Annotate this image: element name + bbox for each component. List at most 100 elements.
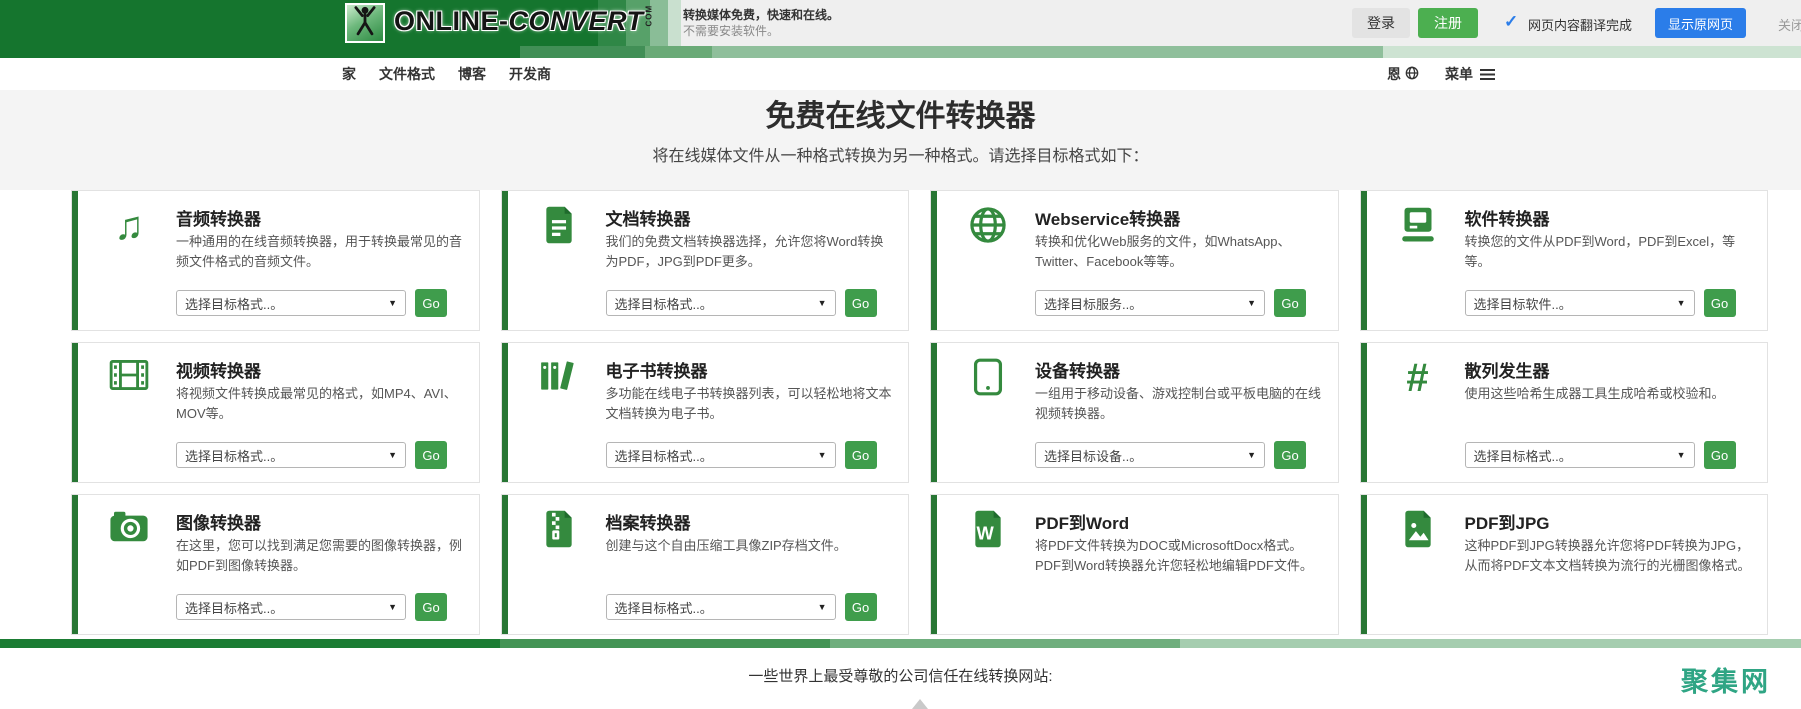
nav-item-file-formats[interactable]: 文件格式	[379, 64, 435, 84]
card-title[interactable]: 散列发生器	[1465, 357, 1550, 382]
go-button[interactable]: Go	[415, 289, 447, 317]
header-gradient-stripe	[0, 46, 1801, 58]
register-button[interactable]: 注册	[1418, 8, 1478, 38]
chevron-down-icon: ▼	[388, 602, 397, 612]
login-button[interactable]: 登录	[1352, 8, 1410, 38]
chevron-down-icon: ▼	[388, 298, 397, 308]
go-button[interactable]: Go	[844, 441, 877, 469]
chevron-down-icon: ▼	[817, 298, 827, 308]
site-tagline: 转换媒体免费，快速和在线。 不需要安装软件。	[683, 8, 840, 38]
card-description: 一组用于移动设备、游戏控制台或平板电脑的在线视频转换器。	[1035, 386, 1322, 421]
go-button[interactable]: Go	[844, 593, 877, 621]
trusted-companies-text: 一些世界上最受尊敬的公司信任在线转换网站:	[748, 668, 1053, 685]
converter-card-ebook: 电子书转换器 多功能在线电子书转换器列表，可以轻松地将文本文档转换为电子书。 选…	[500, 342, 909, 483]
target-software-select[interactable]: 选择目标软件..。 ▼	[1464, 290, 1695, 316]
converter-card-hash: # 散列发生器 使用这些哈希生成器工具生成哈希或校验和。 选择目标格式..。 ▼ …	[1359, 342, 1768, 483]
converter-card-image: 图像转换器 在这里，您可以找到满足您需要的图像转换器，例如PDF到图像转换器。 …	[71, 494, 480, 635]
target-format-select[interactable]: 选择目标格式..。 ▼	[605, 290, 836, 316]
target-format-select[interactable]: 选择目标格式..。 ▼	[176, 442, 406, 468]
footer-section: 一些世界上最受尊敬的公司信任在线转换网站:	[0, 648, 1801, 709]
footer-gradient-stripe	[0, 639, 1801, 648]
nav-item-developers[interactable]: 开发商	[509, 64, 551, 84]
show-original-button[interactable]: 显示原网页	[1655, 8, 1747, 38]
chevron-down-icon: ▼	[1676, 450, 1686, 460]
top-header: ONLINE-CONVERTCOM 转换媒体免费，快速和在线。 不需要安装软件。…	[0, 0, 1801, 46]
target-format-select[interactable]: 选择目标格式..。 ▼	[605, 594, 836, 620]
books-icon	[536, 358, 582, 404]
menu-button[interactable]: 菜单	[1445, 64, 1495, 84]
card-description: 将PDF文件转换为DOC或MicrosoftDocx格式。PDF到Word转换器…	[1035, 538, 1313, 573]
card-title[interactable]: Webservice转换器	[1035, 205, 1180, 230]
close-translate-button[interactable]: 关闭	[1778, 15, 1801, 34]
film-icon	[106, 358, 152, 404]
converter-card-pdf-to-word: W PDF到Word 将PDF文件转换为DOC或MicrosoftDocx格式。…	[930, 494, 1339, 635]
card-description: 在这里，您可以找到满足您需要的图像转换器，例如PDF到图像转换器。	[176, 538, 463, 573]
card-title[interactable]: 设备转换器	[1035, 357, 1120, 382]
checkmark-icon: ✓	[1504, 12, 1519, 31]
card-description: 转换和优化Web服务的文件，如WhatsApp、Twitter、Facebook…	[1035, 234, 1291, 269]
converter-card-video: 视频转换器 将视频文件转换成最常见的格式，如MP4、AVI、MOV等。 选择目标…	[71, 342, 480, 483]
target-device-select[interactable]: 选择目标设备..。 ▼	[1035, 442, 1265, 468]
card-title[interactable]: 电子书转换器	[606, 357, 708, 382]
partial-company-logo	[912, 699, 928, 709]
hamburger-icon	[1480, 68, 1495, 80]
card-description: 一种通用的在线音频转换器，用于转换最常见的音频文件格式的音频文件。	[176, 234, 463, 269]
converter-card-device: 设备转换器 一组用于移动设备、游戏控制台或平板电脑的在线视频转换器。 选择目标设…	[930, 342, 1339, 483]
translate-status: 网页内容翻译完成	[1528, 18, 1633, 33]
card-description: 这种PDF到JPG转换器允许您将PDF转换为JPG，从而将PDF文本文档转换为流…	[1464, 538, 1751, 573]
card-title[interactable]: 视频转换器	[176, 357, 261, 382]
brand-wordmark[interactable]: ONLINE-CONVERTCOM	[394, 5, 654, 37]
hash-icon: #	[1406, 356, 1429, 400]
card-title[interactable]: PDF到JPG	[1465, 509, 1550, 534]
watermark: 聚集网	[1681, 667, 1771, 697]
converter-card-audio: ♫ 音频转换器 一种通用的在线音频转换器，用于转换最常见的音频文件格式的音频文件…	[71, 190, 480, 331]
target-format-select[interactable]: 选择目标格式..。 ▼	[176, 594, 406, 620]
zip-file-icon	[536, 510, 582, 556]
card-description: 我们的免费文档转换器选择，允许您将Word转换为PDF，JPG到PDF更多。	[605, 234, 884, 269]
target-format-select[interactable]: 选择目标格式..。 ▼	[176, 290, 406, 316]
language-selector[interactable]: 恩	[1387, 64, 1419, 84]
card-title[interactable]: 文档转换器	[606, 205, 691, 230]
chevron-down-icon: ▼	[1247, 298, 1256, 308]
card-title[interactable]: 图像转换器	[176, 509, 261, 534]
brand-figure-icon	[352, 5, 378, 41]
target-service-select[interactable]: 选择目标服务..。 ▼	[1035, 290, 1265, 316]
card-title[interactable]: 音频转换器	[176, 205, 261, 230]
monitor-icon	[1395, 206, 1441, 252]
globe-icon	[965, 206, 1011, 252]
go-button[interactable]: Go	[844, 289, 877, 317]
go-button[interactable]: Go	[1703, 441, 1736, 469]
brand-logo[interactable]	[345, 3, 385, 43]
nav-item-blog[interactable]: 博客	[458, 64, 486, 84]
card-title[interactable]: PDF到Word	[1035, 509, 1129, 534]
go-button[interactable]: Go	[1274, 289, 1306, 317]
nav-item-home[interactable]: 家	[342, 64, 356, 84]
chevron-down-icon: ▼	[817, 450, 827, 460]
hero-section: 免费在线文件转换器 将在线媒体文件从一种格式转换为另一种格式。请选择目标格式如下…	[0, 90, 1801, 190]
card-description: 将视频文件转换成最常见的格式，如MP4、AVI、MOV等。	[176, 386, 457, 421]
go-button[interactable]: Go	[1274, 441, 1306, 469]
converter-card-pdf-to-jpg: PDF到JPG 这种PDF到JPG转换器允许您将PDF转换为JPG，从而将PDF…	[1359, 494, 1768, 635]
go-button[interactable]: Go	[415, 441, 447, 469]
card-description: 使用这些哈希生成器工具生成哈希或校验和。	[1464, 386, 1725, 401]
image-file-icon	[1395, 510, 1441, 556]
chevron-down-icon: ▼	[1676, 298, 1686, 308]
camera-icon	[106, 510, 152, 556]
card-title[interactable]: 软件转换器	[1465, 205, 1550, 230]
target-format-select[interactable]: 选择目标格式..。 ▼	[605, 442, 836, 468]
converter-grid: ♫ 音频转换器 一种通用的在线音频转换器，用于转换最常见的音频文件格式的音频文件…	[71, 190, 1768, 635]
page-title: 免费在线文件转换器	[765, 100, 1036, 133]
card-title[interactable]: 档案转换器	[606, 509, 691, 534]
go-button[interactable]: Go	[1703, 289, 1736, 317]
main-nav: 家 文件格式 博客 开发商 恩 菜单	[0, 58, 1801, 90]
go-button[interactable]: Go	[415, 593, 447, 621]
music-note-icon: ♫	[114, 204, 144, 248]
target-format-select[interactable]: 选择目标格式..。 ▼	[1464, 442, 1695, 468]
svg-text:W: W	[977, 523, 995, 544]
card-description: 创建与这个自由压缩工具像ZIP存档文件。	[605, 538, 847, 553]
chevron-down-icon: ▼	[1247, 450, 1256, 460]
card-description: 多功能在线电子书转换器列表，可以轻松地将文本文档转换为电子书。	[605, 386, 892, 421]
word-file-icon: W	[965, 510, 1011, 556]
tablet-icon	[965, 358, 1011, 404]
converter-card-archive: 档案转换器 创建与这个自由压缩工具像ZIP存档文件。 选择目标格式..。 ▼ Go	[500, 494, 909, 635]
